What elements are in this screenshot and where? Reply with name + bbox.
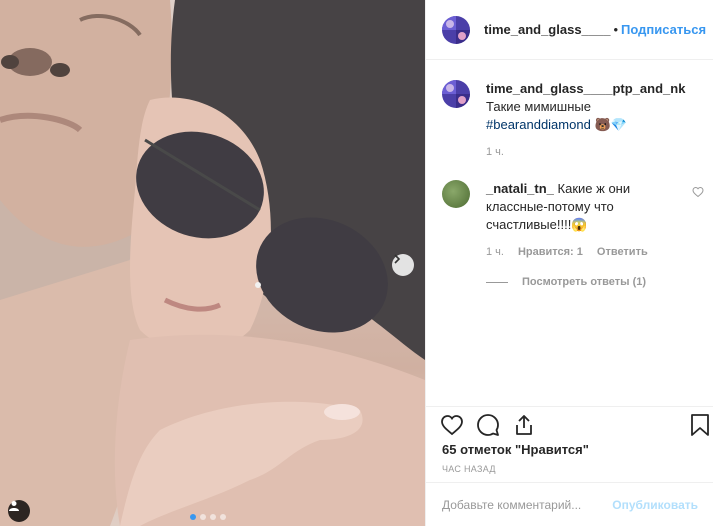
user-tag-button[interactable] <box>8 500 30 522</box>
reply-button[interactable]: Ответить <box>597 246 648 258</box>
comment-time[interactable]: 1 ч. <box>486 246 504 258</box>
caption-emoji: 🐻💎 <box>594 117 627 132</box>
follow-button[interactable]: Подписаться <box>621 22 706 37</box>
comment-item: _natali_tn_ Какие ж они классные-потому … <box>442 180 704 234</box>
photo-illustration <box>0 0 425 526</box>
likes-count[interactable]: 65 отметок "Нравится" <box>442 442 589 457</box>
comments-list: time_and_glass____ptp_and_nk Такие мимиш… <box>442 80 704 288</box>
avatar-image <box>442 15 470 44</box>
view-replies-button[interactable]: Посмотреть ответы (1) <box>486 276 704 288</box>
heart-icon[interactable] <box>440 413 464 437</box>
share-icon[interactable] <box>512 413 536 437</box>
caption-time[interactable]: 1 ч. <box>486 146 704 158</box>
commenter-username[interactable]: _natali_tn_ <box>486 181 554 196</box>
carousel-dot <box>200 514 206 520</box>
caption-hashtag[interactable]: #bearanddiamond <box>486 117 591 132</box>
caption-username[interactable]: time_and_glass____ptp_and_nk <box>486 81 685 96</box>
replies-divider <box>486 281 508 283</box>
post-actions-bar <box>426 406 713 440</box>
comment-icon[interactable] <box>476 413 500 437</box>
comment-actions: 1 ч. Нравится: 1 Ответить <box>486 246 704 258</box>
caption-text-block: time_and_glass____ptp_and_nk Такие мимиш… <box>486 80 704 134</box>
chevron-right-icon <box>394 254 401 264</box>
carousel-dot <box>210 514 216 520</box>
comment-input[interactable] <box>442 497 613 512</box>
view-replies-label: Посмотреть ответы (1) <box>522 276 647 288</box>
author-username[interactable]: time_and_glass____ <box>484 22 610 37</box>
post-details-panel: time_and_glass____ • Подписаться time_an… <box>425 0 713 526</box>
comment-like-icon[interactable] <box>692 186 704 198</box>
post-time[interactable]: ЧАС НАЗАД <box>442 464 496 474</box>
add-comment-bar: Опубликовать <box>426 482 713 526</box>
carousel-dot <box>220 514 226 520</box>
post-caption: time_and_glass____ptp_and_nk Такие мимиш… <box>442 80 704 134</box>
next-slide-button[interactable] <box>392 254 414 276</box>
author-avatar[interactable] <box>442 15 470 44</box>
carousel-dot-active <box>190 514 196 520</box>
avatar-image <box>442 80 470 108</box>
user-tag-icon <box>9 501 19 511</box>
caption-text: Такие мимишные <box>486 99 591 114</box>
comment-likes[interactable]: Нравится: 1 <box>518 246 583 258</box>
post-viewer: time_and_glass____ • Подписаться time_an… <box>0 0 713 526</box>
caption-avatar[interactable] <box>442 80 470 108</box>
post-photo[interactable] <box>0 0 425 526</box>
post-header: time_and_glass____ • Подписаться <box>426 0 713 60</box>
commenter-avatar[interactable] <box>442 180 470 208</box>
publish-button[interactable]: Опубликовать <box>612 498 698 512</box>
bookmark-icon[interactable] <box>690 413 710 437</box>
comment-text-block: _natali_tn_ Какие ж они классные-потому … <box>486 180 668 234</box>
header-separator: • <box>613 22 619 37</box>
carousel-dots <box>190 514 226 520</box>
